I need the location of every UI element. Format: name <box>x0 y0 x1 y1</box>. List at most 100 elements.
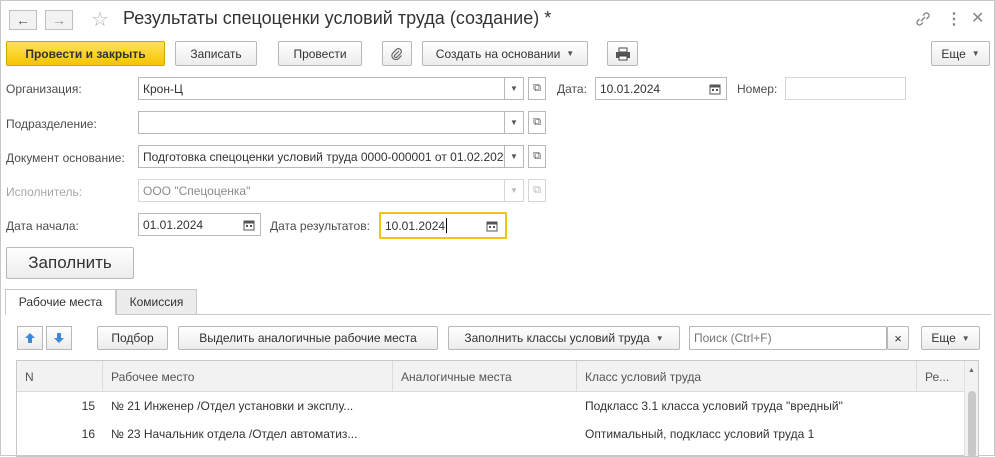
clear-search-button[interactable]: × <box>887 326 909 350</box>
table-row[interactable]: 15 № 21 Инженер /Отдел установки и экспл… <box>17 392 966 420</box>
column-header-class[interactable]: Класс условий труда <box>577 361 917 392</box>
results-date-calendar-button[interactable] <box>482 215 502 236</box>
attachment-button[interactable] <box>382 41 412 66</box>
cell-workplace: № 21 Инженер /Отдел установки и эксплу..… <box>111 399 354 413</box>
text-cursor <box>446 218 448 233</box>
start-date-label: Дата начала: <box>6 219 79 233</box>
pick-button[interactable]: Подбор <box>97 326 168 350</box>
save-button[interactable]: Записать <box>175 41 257 66</box>
start-date-value: 01.01.2024 <box>143 217 204 232</box>
organization-dropdown-button[interactable]: ▼ <box>504 77 524 100</box>
favorite-star-icon[interactable]: ☆ <box>91 7 109 32</box>
more-vertical-icon[interactable]: ⋮ <box>946 9 962 29</box>
open-window-icon: ⧉ <box>533 82 541 94</box>
results-date-label: Дата результатов: <box>270 219 370 233</box>
printer-icon <box>615 47 630 60</box>
paperclip-icon <box>391 47 402 60</box>
chevron-down-icon: ▼ <box>961 333 970 343</box>
date-value: 10.01.2024 <box>600 81 661 96</box>
create-based-on-button[interactable]: Создать на основании ▼ <box>422 41 588 66</box>
cell-class: Оптимальный, подкласс условий труда 1 <box>585 427 815 441</box>
date-label: Дата: <box>557 82 587 96</box>
create-based-on-label: Создать на основании <box>435 46 561 61</box>
performer-label: Исполнитель: <box>6 185 83 199</box>
basis-document-open-button[interactable]: ⧉ <box>528 145 546 168</box>
close-icon[interactable]: ✕ <box>971 8 984 28</box>
cell-n: 16 <box>81 427 95 441</box>
cell-similar <box>393 392 577 420</box>
workplaces-table: N Рабочее место Аналогичные места Класс … <box>16 360 979 457</box>
chevron-down-icon: ▼ <box>510 186 518 195</box>
open-window-icon: ⧉ <box>533 184 541 196</box>
back-button[interactable]: ← <box>9 10 37 30</box>
table-scrollbar[interactable]: ▲ <box>964 361 978 456</box>
cell-result <box>917 420 966 448</box>
open-window-icon: ⧉ <box>533 116 541 128</box>
basis-document-dropdown-button[interactable]: ▼ <box>504 145 524 168</box>
cell-class: Подкласс 3.1 класса условий труда "вредн… <box>585 399 843 413</box>
post-button[interactable]: Провести <box>278 41 362 66</box>
cell-n: 15 <box>81 399 95 413</box>
number-label: Номер: <box>737 82 778 96</box>
column-header-workplace[interactable]: Рабочее место <box>103 361 393 392</box>
department-field[interactable] <box>138 111 505 134</box>
link-icon[interactable] <box>914 10 932 28</box>
arrow-up-icon <box>25 333 35 343</box>
table-header: N Рабочее место Аналогичные места Класс … <box>17 361 966 392</box>
table-more-label: Еще <box>931 331 956 345</box>
arrow-right-icon: → <box>52 12 66 28</box>
chevron-down-icon: ▼ <box>510 118 518 127</box>
table-row[interactable]: 16 № 23 Начальник отдела /Отдел автомати… <box>17 420 966 448</box>
basis-document-field[interactable]: Подготовка спецоценки условий труда 0000… <box>138 145 505 168</box>
department-dropdown-button[interactable]: ▼ <box>504 111 524 134</box>
scroll-up-icon[interactable]: ▲ <box>968 367 975 374</box>
calendar-icon <box>243 220 255 230</box>
move-up-button[interactable] <box>17 326 43 350</box>
chevron-down-icon: ▼ <box>510 152 518 161</box>
calendar-icon <box>709 84 721 94</box>
arrow-left-icon: ← <box>16 12 30 28</box>
open-window-icon: ⧉ <box>533 150 541 162</box>
department-open-button[interactable]: ⧉ <box>528 111 546 134</box>
department-label: Подразделение: <box>6 117 97 131</box>
organization-open-button[interactable]: ⧉ <box>528 77 546 100</box>
tab-workplaces[interactable]: Рабочие места <box>5 289 116 315</box>
scrollbar-thumb[interactable] <box>968 391 976 456</box>
results-date-value: 10.01.2024 <box>385 218 446 233</box>
column-header-n[interactable]: N <box>17 361 103 392</box>
fill-classes-button[interactable]: Заполнить классы условий труда ▼ <box>448 326 680 350</box>
cell-similar <box>393 420 577 448</box>
more-menu-label: Еще <box>941 46 966 61</box>
calendar-button[interactable] <box>705 78 725 99</box>
table-more-button[interactable]: Еще ▼ <box>921 326 980 350</box>
post-and-close-button[interactable]: Провести и закрыть <box>6 41 165 66</box>
calendar-icon <box>486 221 498 231</box>
chevron-down-icon: ▼ <box>510 84 518 93</box>
tab-commission[interactable]: Комиссия <box>116 289 197 315</box>
column-header-similar[interactable]: Аналогичные места <box>393 361 577 392</box>
fill-classes-label: Заполнить классы условий труда <box>464 331 650 345</box>
chevron-down-icon: ▼ <box>971 49 980 58</box>
performer-dropdown-button: ▼ <box>504 179 524 202</box>
number-field[interactable] <box>785 77 906 100</box>
organization-label: Организация: <box>6 82 82 96</box>
chevron-down-icon: ▼ <box>566 49 575 58</box>
select-similar-button[interactable]: Выделить аналогичные рабочие места <box>178 326 438 350</box>
start-date-calendar-button[interactable] <box>239 214 259 235</box>
column-header-result[interactable]: Ре... <box>917 361 966 392</box>
page-title: Результаты спецоценки условий труда (соз… <box>123 8 552 28</box>
move-down-button[interactable] <box>46 326 72 350</box>
search-input[interactable] <box>689 326 887 350</box>
more-menu-button[interactable]: Еще ▼ <box>931 41 990 66</box>
basis-document-label: Документ основание: <box>6 151 125 165</box>
arrow-down-icon <box>54 333 64 343</box>
chevron-down-icon: ▼ <box>655 333 664 343</box>
organization-field[interactable]: Крон-Ц <box>138 77 505 100</box>
cell-workplace: № 23 Начальник отдела /Отдел автоматиз..… <box>111 427 358 441</box>
print-button[interactable] <box>607 41 638 66</box>
forward-button[interactable]: → <box>45 10 73 30</box>
fill-button[interactable]: Заполнить <box>6 247 134 279</box>
performer-open-button: ⧉ <box>528 179 546 202</box>
cell-result <box>917 392 966 420</box>
document-window: ← → ☆ Результаты спецоценки условий труд… <box>0 0 995 457</box>
